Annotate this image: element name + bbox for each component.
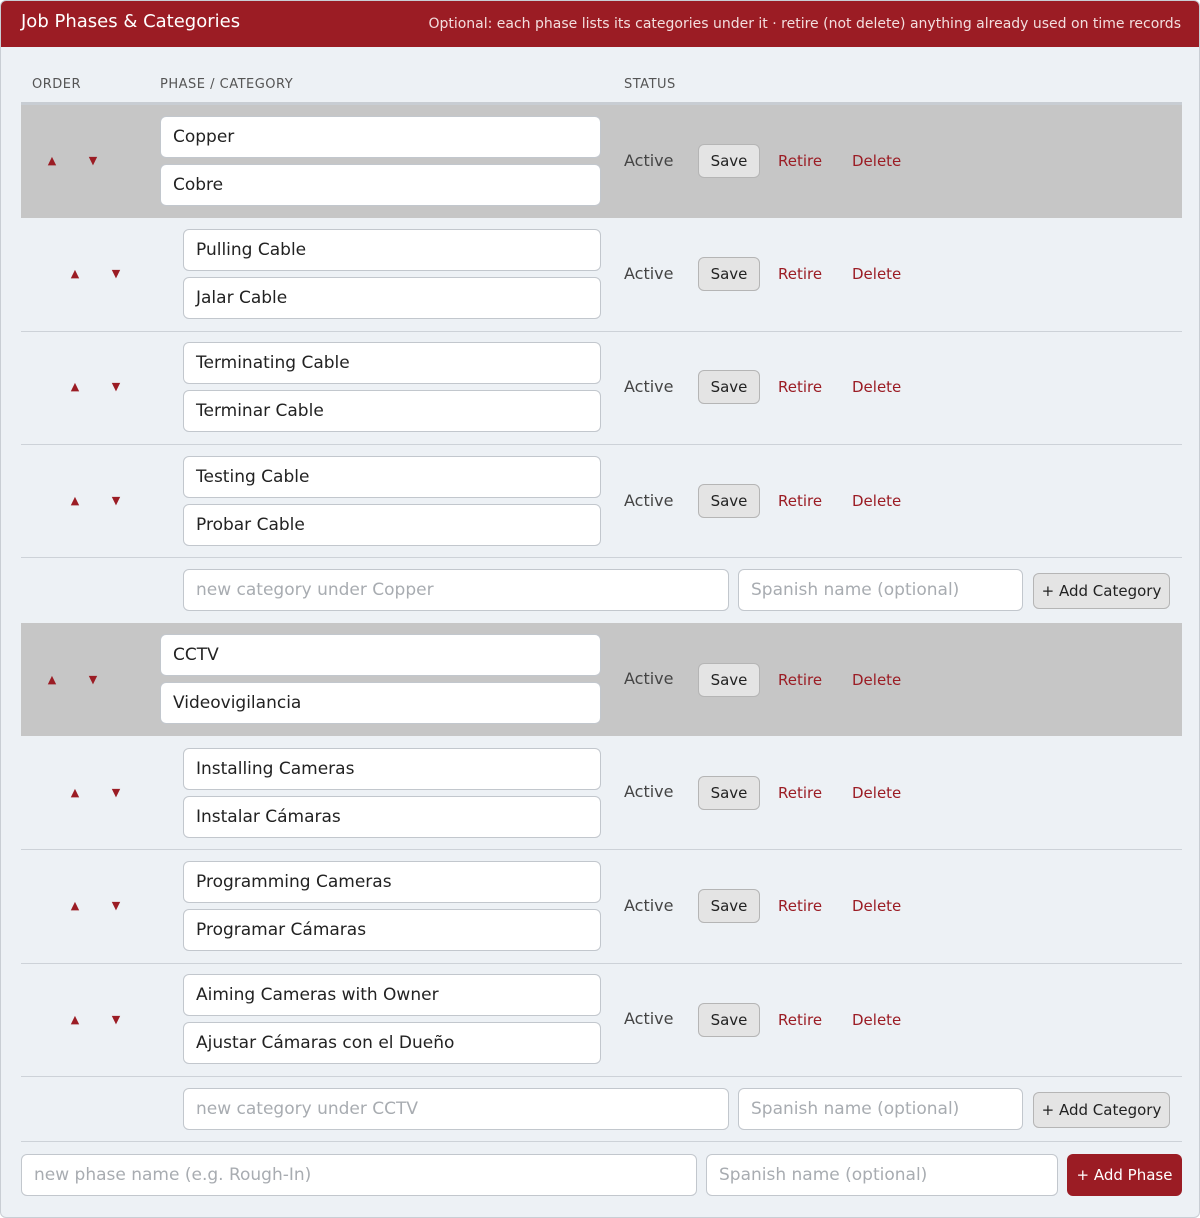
move-down-arrow-icon[interactable]: ▼ bbox=[106, 264, 126, 284]
move-down-arrow-icon[interactable]: ▼ bbox=[106, 783, 126, 803]
category-name-input[interactable]: Aiming Cameras with Owner bbox=[183, 974, 601, 1016]
category-spanish-input[interactable]: Programar Cámaras bbox=[183, 909, 601, 951]
move-up-arrow-icon[interactable]: ▲ bbox=[65, 264, 85, 284]
retire-link[interactable]: Retire bbox=[778, 896, 822, 916]
retire-link[interactable]: Retire bbox=[778, 264, 822, 284]
new-category-spanish-input[interactable]: Spanish name (optional) bbox=[738, 1088, 1023, 1130]
category-name-input[interactable]: Installing Cameras bbox=[183, 748, 601, 790]
save-button[interactable]: Save bbox=[698, 370, 760, 404]
retire-link[interactable]: Retire bbox=[778, 151, 822, 171]
phase-spanish-input[interactable]: Videovigilancia bbox=[160, 682, 601, 724]
column-header-phase-category: PHASE / CATEGORY bbox=[160, 77, 294, 92]
new-phase-spanish-input[interactable]: Spanish name (optional) bbox=[706, 1154, 1058, 1196]
category-spanish-input[interactable]: Terminar Cable bbox=[183, 390, 601, 432]
status-text: Active bbox=[624, 491, 674, 510]
category-spanish-input[interactable]: Probar Cable bbox=[183, 504, 601, 546]
save-button[interactable]: Save bbox=[698, 1003, 760, 1037]
move-up-arrow-icon[interactable]: ▲ bbox=[42, 151, 62, 171]
phase-row: ▲ ▼ Copper Cobre Active Save Retire Dele… bbox=[21, 105, 1182, 218]
category-row: ▲ ▼ Pulling Cable Jalar Cable Active Sav… bbox=[21, 218, 1182, 332]
category-name-input[interactable]: Testing Cable bbox=[183, 456, 601, 498]
category-name-input[interactable]: Programming Cameras bbox=[183, 861, 601, 903]
delete-link[interactable]: Delete bbox=[852, 151, 901, 171]
add-phase-button[interactable]: + Add Phase bbox=[1067, 1154, 1182, 1196]
new-phase-input[interactable]: new phase name (e.g. Rough-In) bbox=[21, 1154, 697, 1196]
save-button[interactable]: Save bbox=[698, 776, 760, 810]
delete-link[interactable]: Delete bbox=[852, 377, 901, 397]
title-bar: Job Phases & Categories Optional: each p… bbox=[1, 1, 1199, 47]
new-category-spanish-input[interactable]: Spanish name (optional) bbox=[738, 569, 1023, 611]
move-up-arrow-icon[interactable]: ▲ bbox=[42, 670, 62, 690]
status-text: Active bbox=[624, 896, 674, 915]
column-header-order: ORDER bbox=[32, 77, 82, 92]
add-category-row: new category under Copper Spanish name (… bbox=[21, 558, 1182, 623]
delete-link[interactable]: Delete bbox=[852, 264, 901, 284]
move-up-arrow-icon[interactable]: ▲ bbox=[65, 896, 85, 916]
phase-name-input[interactable]: CCTV bbox=[160, 634, 601, 676]
save-button[interactable]: Save bbox=[698, 484, 760, 518]
move-down-arrow-icon[interactable]: ▼ bbox=[106, 896, 126, 916]
move-down-arrow-icon[interactable]: ▼ bbox=[83, 670, 103, 690]
column-header-status: STATUS bbox=[624, 77, 676, 92]
category-name-input[interactable]: Pulling Cable bbox=[183, 229, 601, 271]
add-category-button[interactable]: + Add Category bbox=[1033, 1092, 1170, 1128]
delete-link[interactable]: Delete bbox=[852, 491, 901, 511]
move-up-arrow-icon[interactable]: ▲ bbox=[65, 783, 85, 803]
move-up-arrow-icon[interactable]: ▲ bbox=[65, 377, 85, 397]
phase-spanish-input[interactable]: Cobre bbox=[160, 164, 601, 206]
new-category-input[interactable]: new category under CCTV bbox=[183, 1088, 729, 1130]
status-text: Active bbox=[624, 1009, 674, 1028]
save-button[interactable]: Save bbox=[698, 663, 760, 697]
save-button[interactable]: Save bbox=[698, 889, 760, 923]
move-up-arrow-icon[interactable]: ▲ bbox=[65, 1010, 85, 1030]
status-text: Active bbox=[624, 151, 674, 170]
move-down-arrow-icon[interactable]: ▼ bbox=[83, 151, 103, 171]
category-spanish-input[interactable]: Instalar Cámaras bbox=[183, 796, 601, 838]
move-up-arrow-icon[interactable]: ▲ bbox=[65, 491, 85, 511]
category-spanish-input[interactable]: Ajustar Cámaras con el Dueño bbox=[183, 1022, 601, 1064]
save-button[interactable]: Save bbox=[698, 257, 760, 291]
status-text: Active bbox=[624, 782, 674, 801]
move-down-arrow-icon[interactable]: ▼ bbox=[106, 1010, 126, 1030]
category-name-input[interactable]: Terminating Cable bbox=[183, 342, 601, 384]
move-down-arrow-icon[interactable]: ▼ bbox=[106, 491, 126, 511]
category-row: ▲ ▼ Installing Cameras Instalar Cámaras … bbox=[21, 736, 1182, 850]
status-text: Active bbox=[624, 264, 674, 283]
phase-name-input[interactable]: Copper bbox=[160, 116, 601, 158]
delete-link[interactable]: Delete bbox=[852, 896, 901, 916]
category-row: ▲ ▼ Aiming Cameras with Owner Ajustar Cá… bbox=[21, 964, 1182, 1077]
delete-link[interactable]: Delete bbox=[852, 670, 901, 690]
delete-link[interactable]: Delete bbox=[852, 783, 901, 803]
add-category-button[interactable]: + Add Category bbox=[1033, 573, 1170, 609]
panel-title: Job Phases & Categories bbox=[21, 11, 241, 32]
retire-link[interactable]: Retire bbox=[778, 491, 822, 511]
category-spanish-input[interactable]: Jalar Cable bbox=[183, 277, 601, 319]
phase-row: ▲ ▼ CCTV Videovigilancia Active Save Ret… bbox=[21, 623, 1182, 736]
new-category-input[interactable]: new category under Copper bbox=[183, 569, 729, 611]
retire-link[interactable]: Retire bbox=[778, 377, 822, 397]
category-row: ▲ ▼ Testing Cable Probar Cable Active Sa… bbox=[21, 445, 1182, 558]
retire-link[interactable]: Retire bbox=[778, 670, 822, 690]
panel-subtitle: Optional: each phase lists its categorie… bbox=[428, 16, 1181, 32]
category-row: ▲ ▼ Programming Cameras Programar Cámara… bbox=[21, 850, 1182, 964]
add-category-row: new category under CCTV Spanish name (op… bbox=[21, 1077, 1182, 1142]
status-text: Active bbox=[624, 377, 674, 396]
move-down-arrow-icon[interactable]: ▼ bbox=[106, 377, 126, 397]
delete-link[interactable]: Delete bbox=[852, 1010, 901, 1030]
phases-panel: Job Phases & Categories Optional: each p… bbox=[0, 0, 1200, 1218]
retire-link[interactable]: Retire bbox=[778, 783, 822, 803]
category-row: ▲ ▼ Terminating Cable Terminar Cable Act… bbox=[21, 332, 1182, 445]
retire-link[interactable]: Retire bbox=[778, 1010, 822, 1030]
status-text: Active bbox=[624, 669, 674, 688]
save-button[interactable]: Save bbox=[698, 144, 760, 178]
